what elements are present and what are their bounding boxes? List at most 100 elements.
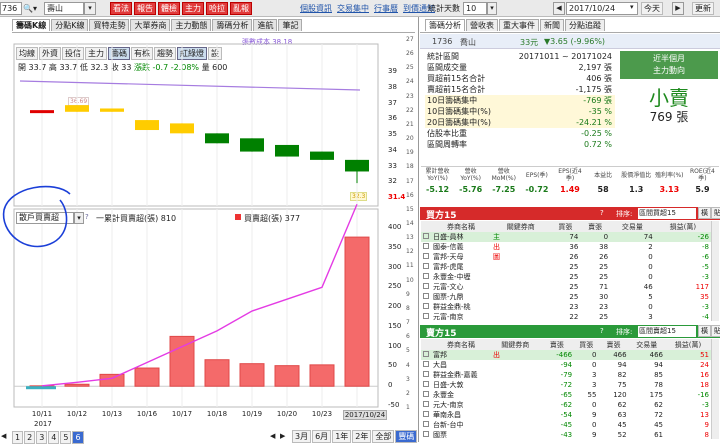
summary-label: 區間周轉率 [427, 140, 467, 149]
cell-pl: -5 [702, 263, 709, 271]
row-checkbox[interactable] [421, 232, 431, 242]
row-checkbox[interactable] [421, 252, 431, 262]
buy15-help-icon[interactable]: ? [600, 209, 604, 217]
row-checkbox[interactable] [421, 360, 431, 370]
cell-sell: 82 [617, 371, 627, 379]
page-tab-0[interactable]: 1 [12, 431, 24, 444]
metric-header: 股價淨值比 [621, 171, 652, 179]
page-tab-5[interactable]: 6 [72, 431, 84, 444]
prev-page-icon[interactable]: ◀ [1, 432, 6, 440]
help-icon[interactable]: ? [85, 213, 89, 221]
sell15-col-header: 損益(萬) [674, 340, 702, 349]
cell-sell: 120 [613, 391, 627, 399]
scroll-right-icon[interactable]: ▶ [280, 432, 285, 440]
row-checkbox[interactable] [421, 430, 431, 440]
period-button-3[interactable]: 2年 [352, 430, 372, 443]
table-row[interactable]: 富邦 出 -466 0 466 466 51 [421, 350, 711, 360]
table-row[interactable]: 國泰-信義 出 36 38 2 -8 [421, 242, 711, 252]
cell-vol: 46 [643, 283, 653, 291]
table-row[interactable]: 國票-九鼎 25 30 5 35 [421, 292, 711, 302]
page-tab-1[interactable]: 2 [24, 431, 36, 444]
calendar-arrow-icon[interactable]: ▾ [630, 3, 634, 11]
table-row[interactable]: 華南永昌 -54 9 63 72 13 [421, 410, 711, 420]
row-checkbox[interactable] [421, 312, 431, 322]
table-row[interactable]: 國票 -43 9 52 61 8 [421, 430, 711, 440]
table-row[interactable]: 永豐金 -65 55 120 175 -16 [421, 390, 711, 400]
value-tick: 250 [388, 282, 402, 291]
table-row[interactable]: 富邦-虎尾 25 25 0 -5 [421, 262, 711, 272]
sell15-scrollbar[interactable] [711, 339, 719, 439]
page-tabs: 123456 [12, 431, 85, 444]
row-checkbox[interactable] [421, 390, 431, 400]
table-row[interactable]: 永豐金-中壢 25 25 0 -3 [421, 272, 711, 282]
sell15-paste-button[interactable]: 貼 [711, 325, 720, 337]
row-checkbox[interactable] [421, 242, 431, 252]
stat-days-arrow-icon[interactable]: ▾ [487, 2, 497, 15]
period-button-4[interactable]: 全部 [372, 430, 395, 443]
cell-key [491, 410, 540, 420]
page-tab-4[interactable]: 5 [60, 431, 72, 444]
row-checkbox[interactable] [421, 380, 431, 390]
period-button-0[interactable]: 3月 [292, 430, 312, 443]
cell-name: 日盛-員林 [433, 233, 464, 241]
period-button-5[interactable]: 豐碼 [395, 430, 418, 443]
cell-buy: 0 [591, 351, 597, 359]
metric-header: ROE(近4季) [690, 168, 715, 182]
sell15-help-icon[interactable]: ? [600, 327, 604, 335]
period-button-2[interactable]: 1年 [332, 430, 352, 443]
row-checkbox[interactable] [421, 420, 431, 430]
table-row[interactable]: 台新-台中 -45 0 45 45 9 [421, 420, 711, 430]
volume-tick: 11 [406, 262, 414, 270]
table-row[interactable]: 元大-南京 -62 0 62 62 -3 [421, 400, 711, 410]
right-tab-2[interactable]: 重大事件 [499, 19, 539, 31]
table-row[interactable]: 群益金鼎-桃 23 23 0 -3 [421, 302, 711, 312]
right-tab-4[interactable]: 分點追蹤 [565, 19, 605, 31]
row-checkbox[interactable] [421, 262, 431, 272]
date-tick: 10/18 [206, 410, 228, 418]
value-tick: 100 [388, 341, 402, 350]
table-row[interactable]: 富邦-天母 圖 26 26 0 -6 [421, 252, 711, 262]
row-checkbox[interactable] [421, 400, 431, 410]
table-row[interactable]: 日盛-大敦 -72 3 75 78 18 [421, 380, 711, 390]
row-checkbox[interactable] [421, 350, 431, 360]
cell-pl: -16 [697, 391, 709, 399]
cell-key [491, 430, 540, 440]
cell-key [491, 272, 551, 282]
page-tab-2[interactable]: 3 [36, 431, 48, 444]
summary-row: 佔股本比重 -0.25 % [425, 128, 615, 139]
scroll-left-icon[interactable]: ◀ [270, 432, 275, 440]
table-row[interactable]: 群益金鼎-嘉義 -79 3 82 85 16 [421, 370, 711, 380]
right-tab-1[interactable]: 營收表 [466, 19, 498, 31]
row-checkbox[interactable] [421, 302, 431, 312]
table-row[interactable]: 日盛-員林 主 74 0 74 -26 [421, 232, 711, 242]
date-picker[interactable]: 2017/10/24 [566, 2, 638, 15]
buy15-sort-select[interactable]: 區間買超15 [638, 208, 696, 219]
page-tab-3[interactable]: 4 [48, 431, 60, 444]
right-tab-0[interactable]: 籌碼分析 [425, 19, 465, 31]
table-row[interactable]: 大昌 -94 0 94 94 24 [421, 360, 711, 370]
buy15-horizontal-button[interactable]: 橫 [698, 207, 711, 219]
row-checkbox[interactable] [421, 282, 431, 292]
row-checkbox[interactable] [421, 272, 431, 282]
date-tick: 2017/10/24 [343, 410, 387, 420]
buy15-paste-button[interactable]: 貼 [711, 207, 720, 219]
trend-title-box: 近半個月 主力動向 [620, 51, 718, 79]
period-button-1[interactable]: 6月 [312, 430, 332, 443]
today-button[interactable]: 今天 [641, 2, 663, 15]
stat-days-select[interactable]: 10 [463, 2, 487, 15]
candle-body [170, 123, 194, 134]
sell15-sort-select[interactable]: 區間賣超15 [638, 326, 696, 337]
buy15-scrollbar[interactable] [711, 221, 719, 321]
prev-date-icon[interactable]: ◀ [553, 2, 565, 15]
table-row[interactable]: 元富-文心 25 71 46 117 [421, 282, 711, 292]
row-checkbox[interactable] [421, 292, 431, 302]
cell-key [491, 292, 551, 302]
right-tab-3[interactable]: 新聞 [540, 19, 564, 31]
sell15-horizontal-button[interactable]: 橫 [698, 325, 711, 337]
row-checkbox[interactable] [421, 410, 431, 420]
summary-label: 佔股本比重 [427, 129, 467, 138]
table-row[interactable]: 元富-南京 22 25 3 -4 [421, 312, 711, 322]
next-date-icon[interactable]: ▶ [672, 2, 684, 15]
update-button[interactable]: 更新 [692, 2, 714, 15]
row-checkbox[interactable] [421, 370, 431, 380]
